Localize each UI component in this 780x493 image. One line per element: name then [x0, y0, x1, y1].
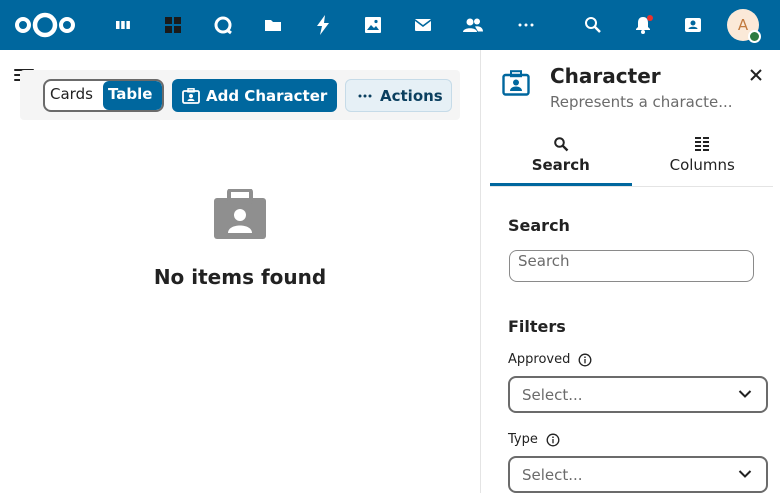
filter-approved-label-text: Approved [508, 352, 571, 367]
photos-icon[interactable] [361, 13, 385, 37]
add-character-button[interactable]: Add Character [172, 79, 337, 112]
actions-button[interactable]: Actions [345, 79, 452, 112]
character-badge-icon [502, 70, 530, 96]
filter-approved-label: Approved [508, 352, 592, 367]
deck-icon[interactable] [111, 13, 135, 37]
chevron-down-icon [738, 390, 752, 398]
tab-search-label: Search [531, 156, 590, 174]
search-input[interactable]: Search [509, 250, 754, 282]
more-apps-icon[interactable] [514, 13, 538, 37]
talk-icon[interactable] [211, 13, 235, 37]
notifications-bell-icon[interactable] [631, 13, 655, 37]
avatar-initial: A [737, 16, 749, 34]
columns-icon [695, 137, 710, 151]
mail-icon[interactable] [411, 13, 435, 37]
character-badge-icon [182, 87, 200, 104]
info-icon[interactable] [578, 353, 592, 367]
filters-heading: Filters [508, 317, 566, 336]
online-status-icon [748, 30, 761, 43]
view-cards-button[interactable]: Cards [45, 81, 103, 110]
info-icon[interactable] [546, 433, 560, 447]
search-icon [553, 137, 569, 152]
tab-columns-label: Columns [669, 156, 735, 174]
chevron-down-icon [738, 470, 752, 478]
dashboard-icon[interactable] [161, 13, 185, 37]
details-sidebar: Character Represents a characte... Searc… [480, 50, 780, 493]
top-navigation-bar: A [0, 0, 780, 50]
contacts-icon[interactable] [461, 13, 485, 37]
more-dots-icon [358, 94, 372, 97]
view-table-button[interactable]: Table [103, 81, 162, 110]
actions-label: Actions [380, 86, 443, 105]
search-icon[interactable] [581, 13, 605, 37]
sidebar-tabs: Search Columns [490, 130, 773, 187]
empty-state-message: No items found [153, 265, 327, 289]
filter-type-select[interactable]: Select... [508, 456, 768, 493]
tab-columns[interactable]: Columns [632, 130, 774, 186]
close-icon[interactable] [748, 67, 764, 83]
filter-type-placeholder: Select... [522, 466, 583, 484]
files-icon[interactable] [261, 13, 285, 37]
contacts-menu-icon[interactable] [681, 13, 705, 37]
tab-search[interactable]: Search [490, 130, 632, 186]
view-mode-toggle[interactable]: Cards Table [43, 79, 164, 112]
filter-approved-placeholder: Select... [522, 386, 583, 404]
filter-approved-select[interactable]: Select... [508, 376, 768, 413]
sidebar-title: Character [550, 64, 661, 88]
nextcloud-logo[interactable] [14, 10, 76, 40]
character-badge-icon [214, 189, 266, 239]
activity-icon[interactable] [311, 13, 335, 37]
add-character-label: Add Character [206, 86, 328, 105]
filter-type-label-text: Type [508, 432, 538, 447]
filter-type-label: Type [508, 432, 560, 447]
sidebar-subtitle: Represents a characte... [550, 93, 733, 111]
search-heading: Search [508, 216, 570, 235]
user-avatar[interactable]: A [727, 9, 761, 43]
notification-dot [647, 15, 653, 21]
